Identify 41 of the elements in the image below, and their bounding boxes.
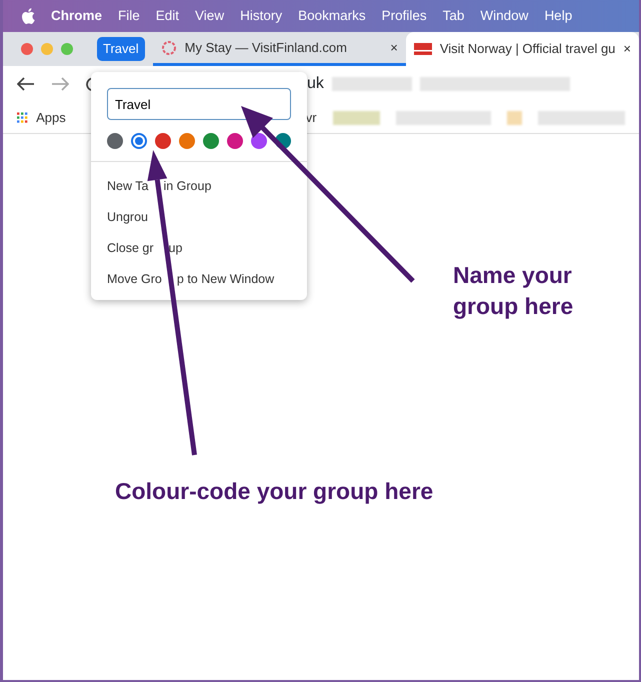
- color-swatch[interactable]: [107, 133, 123, 149]
- color-swatch[interactable]: [179, 133, 195, 149]
- close-window-icon[interactable]: [21, 43, 33, 55]
- browser-tab[interactable]: Visit Norway | Official travel gu ×: [406, 32, 639, 66]
- flag-favicon-icon: [414, 43, 432, 55]
- tab-title: My Stay — VisitFinland.com: [184, 38, 348, 57]
- annotation-text: Name your group here: [453, 261, 574, 322]
- tab-title: Visit Norway | Official travel gu: [440, 40, 616, 58]
- menu-item[interactable]: Window: [480, 6, 528, 26]
- menu-item[interactable]: Ungrou: [91, 202, 164, 233]
- close-tab-icon[interactable]: ×: [623, 39, 631, 59]
- menu-item[interactable]: Tab: [442, 6, 464, 26]
- address-text: uk: [307, 74, 324, 94]
- menu-item[interactable]: History: [240, 6, 282, 26]
- menu-item[interactable]: View: [195, 6, 224, 26]
- menu-item[interactable]: Help: [544, 6, 572, 26]
- close-tab-icon[interactable]: ×: [390, 38, 398, 58]
- tab-group-chip[interactable]: Travel: [97, 37, 145, 61]
- menu-item[interactable]: New Ta in Group: [91, 171, 228, 202]
- color-swatch[interactable]: [155, 133, 171, 149]
- menu-item[interactable]: File: [118, 6, 140, 26]
- apple-logo-icon[interactable]: [21, 8, 35, 24]
- menu-item[interactable]: Profiles: [382, 6, 427, 26]
- color-swatch[interactable]: [131, 133, 147, 149]
- blurred-bookmark: [507, 110, 522, 124]
- back-arrow-icon[interactable]: [17, 77, 35, 91]
- menu-item[interactable]: Close gr up: [91, 233, 198, 264]
- color-swatch[interactable]: [227, 133, 243, 149]
- color-swatch[interactable]: [251, 133, 267, 149]
- menu-item[interactable]: Edit: [156, 6, 180, 26]
- apps-grid-icon[interactable]: [17, 110, 28, 124]
- group-name-field[interactable]: Travel: [107, 88, 291, 120]
- apps-bookmark[interactable]: Apps: [36, 108, 66, 128]
- menu-item[interactable]: Bookmarks: [298, 6, 366, 26]
- annotation-text: Colour-code your group here: [115, 477, 434, 506]
- app-menu[interactable]: Chrome: [51, 6, 102, 26]
- menu-item[interactable]: Move Gro p to New Window: [91, 264, 290, 295]
- blurred-bookmark: [332, 110, 380, 124]
- forward-arrow-icon[interactable]: [51, 77, 69, 91]
- color-swatch[interactable]: [203, 133, 219, 149]
- flower-favicon-icon: [160, 40, 177, 56]
